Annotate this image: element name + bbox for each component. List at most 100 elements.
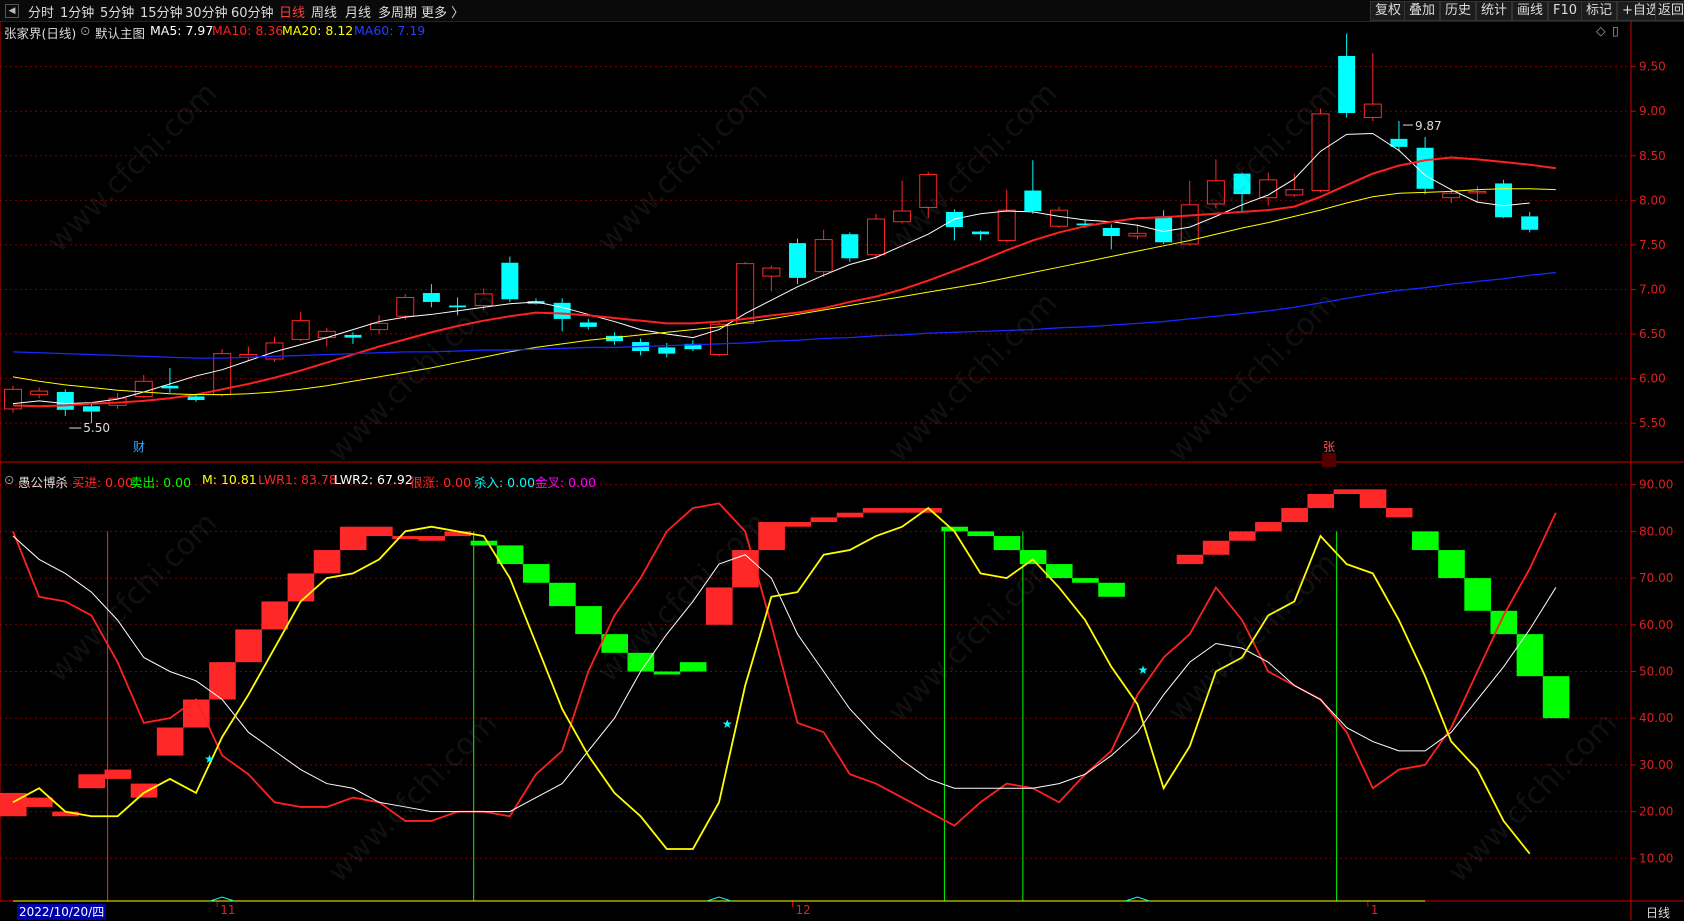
candle xyxy=(30,387,49,399)
candle xyxy=(1233,172,1251,213)
annotation-layer: 5.50 9.87 财 张 ★ ★ ★ xyxy=(69,119,1442,766)
tab-1min[interactable]: 1分钟 xyxy=(60,2,94,21)
sell-block xyxy=(967,531,995,537)
tab-fenshi[interactable]: 分时 xyxy=(28,2,54,21)
stats-button[interactable]: 统计 xyxy=(1476,1,1513,21)
candle-body xyxy=(553,302,571,319)
tab-more[interactable]: 更多 〉 xyxy=(421,2,464,21)
diamond-icon[interactable]: ◇ xyxy=(1596,23,1606,38)
back-button[interactable]: 返回 xyxy=(1655,1,1684,21)
candle xyxy=(1311,108,1330,193)
buy-value: 买进: 0.00 xyxy=(72,475,134,490)
history-button[interactable]: 历史 xyxy=(1440,1,1477,21)
tab-60min[interactable]: 60分钟 xyxy=(231,2,274,21)
candle xyxy=(449,297,467,316)
indicator-lines-layer xyxy=(12,502,1557,902)
price-tick-label: 7.00 xyxy=(1639,282,1666,296)
candle-body xyxy=(501,262,519,300)
date-tick-label: 1 xyxy=(1371,903,1379,917)
candle-body xyxy=(1521,216,1539,230)
collapse-left-icon[interactable]: ◀ xyxy=(5,4,19,18)
sub-settings-icon[interactable]: ⊙ xyxy=(4,472,14,487)
candle-body xyxy=(579,322,597,327)
main-chart-title: 默认主图 xyxy=(95,26,146,41)
period-toolbar: ◀ 分时 1分钟 5分钟 15分钟 30分钟 60分钟 日线 周线 月线 多周期… xyxy=(0,0,1684,22)
candle-body xyxy=(56,391,74,410)
fuquan-button[interactable]: 复权 xyxy=(1370,1,1407,21)
sell-block xyxy=(993,536,1021,551)
indicator-tick-label: 20.00 xyxy=(1639,805,1673,819)
tab-5min[interactable]: 5分钟 xyxy=(100,2,134,21)
buy-block xyxy=(1385,508,1413,518)
candle-body xyxy=(1128,232,1147,237)
indicator-tick-label: 50.00 xyxy=(1639,664,1673,678)
sell-block xyxy=(1438,550,1465,579)
tab-daily[interactable]: 日线 xyxy=(279,2,305,21)
candle xyxy=(161,367,179,393)
candle-body xyxy=(187,396,205,400)
price-tick-label: 6.50 xyxy=(1639,327,1666,341)
chart-area[interactable]: 5.50 6.00 6.50 7.00 7.50 8.00 8.50 9.00 9.50 10.0… xyxy=(0,21,1684,920)
tab-15min[interactable]: 15分钟 xyxy=(140,2,183,21)
price-tick-label: 5.50 xyxy=(1639,416,1666,430)
candle xyxy=(422,284,440,308)
buy-block xyxy=(130,783,158,798)
main-settings-icon[interactable]: ⊙ xyxy=(80,23,90,38)
buy-block xyxy=(758,522,785,551)
price-tick-label: 9.00 xyxy=(1639,104,1666,118)
ma60-value: MA60: 7.19 xyxy=(354,23,426,38)
kill-value: 杀入: 0.00 xyxy=(474,475,536,490)
candle-body xyxy=(841,234,859,259)
f10-button[interactable]: F10 xyxy=(1548,1,1583,21)
ma20-value: MA20: 8.12 xyxy=(282,23,354,38)
candle-body xyxy=(814,239,833,273)
candle xyxy=(1259,172,1278,206)
draw-button[interactable]: 画线 xyxy=(1512,1,1549,21)
indicator-tick-label: 80.00 xyxy=(1639,524,1673,538)
tab-multi-period[interactable]: 多周期 xyxy=(378,2,417,21)
candle-body xyxy=(866,218,885,256)
ma-line-ma60 xyxy=(12,271,1556,359)
candle-body xyxy=(1338,55,1356,113)
overlay-button[interactable]: 叠加 xyxy=(1404,1,1441,21)
candle-body xyxy=(919,174,938,208)
price-tick-label: 7.50 xyxy=(1639,238,1666,252)
buy-block xyxy=(1281,508,1308,523)
candle xyxy=(1206,159,1225,209)
sell-block xyxy=(679,662,707,672)
candle xyxy=(1416,137,1434,195)
tab-monthly[interactable]: 月线 xyxy=(345,2,371,21)
candle-body xyxy=(736,263,755,324)
tab-30min[interactable]: 30分钟 xyxy=(185,2,228,21)
window-icon[interactable]: ▯ xyxy=(1612,23,1619,38)
sell-block xyxy=(575,606,602,635)
sell-block xyxy=(1516,634,1544,677)
candle xyxy=(789,238,806,285)
buy-block xyxy=(287,573,315,602)
mark-button[interactable]: 标记 xyxy=(1581,1,1618,21)
candle xyxy=(1102,224,1120,250)
buy-block xyxy=(209,662,236,700)
indicator-tick-label: 60.00 xyxy=(1639,618,1673,632)
buy-block xyxy=(1176,554,1204,565)
candle xyxy=(762,265,781,292)
candle-body xyxy=(1024,190,1042,212)
candle xyxy=(919,171,938,219)
buy-block xyxy=(862,508,890,513)
buy-block xyxy=(313,550,341,574)
indicator-tick-label: 90.00 xyxy=(1639,478,1673,492)
tab-weekly[interactable]: 周线 xyxy=(311,2,337,21)
candle-body xyxy=(30,390,49,396)
candle-body xyxy=(82,406,100,412)
buy-block xyxy=(1307,494,1335,509)
ma-lines-layer xyxy=(12,132,1556,408)
candle-body xyxy=(1233,173,1251,195)
sell-block xyxy=(1045,564,1073,579)
candle xyxy=(972,230,990,241)
m-value: M: 10.81 xyxy=(202,472,257,487)
candle xyxy=(1155,210,1173,245)
candle xyxy=(4,385,22,413)
candle-body xyxy=(789,243,806,278)
indicator-tick-label: 40.00 xyxy=(1639,711,1673,725)
indicator-tick-label: 30.00 xyxy=(1639,758,1673,772)
